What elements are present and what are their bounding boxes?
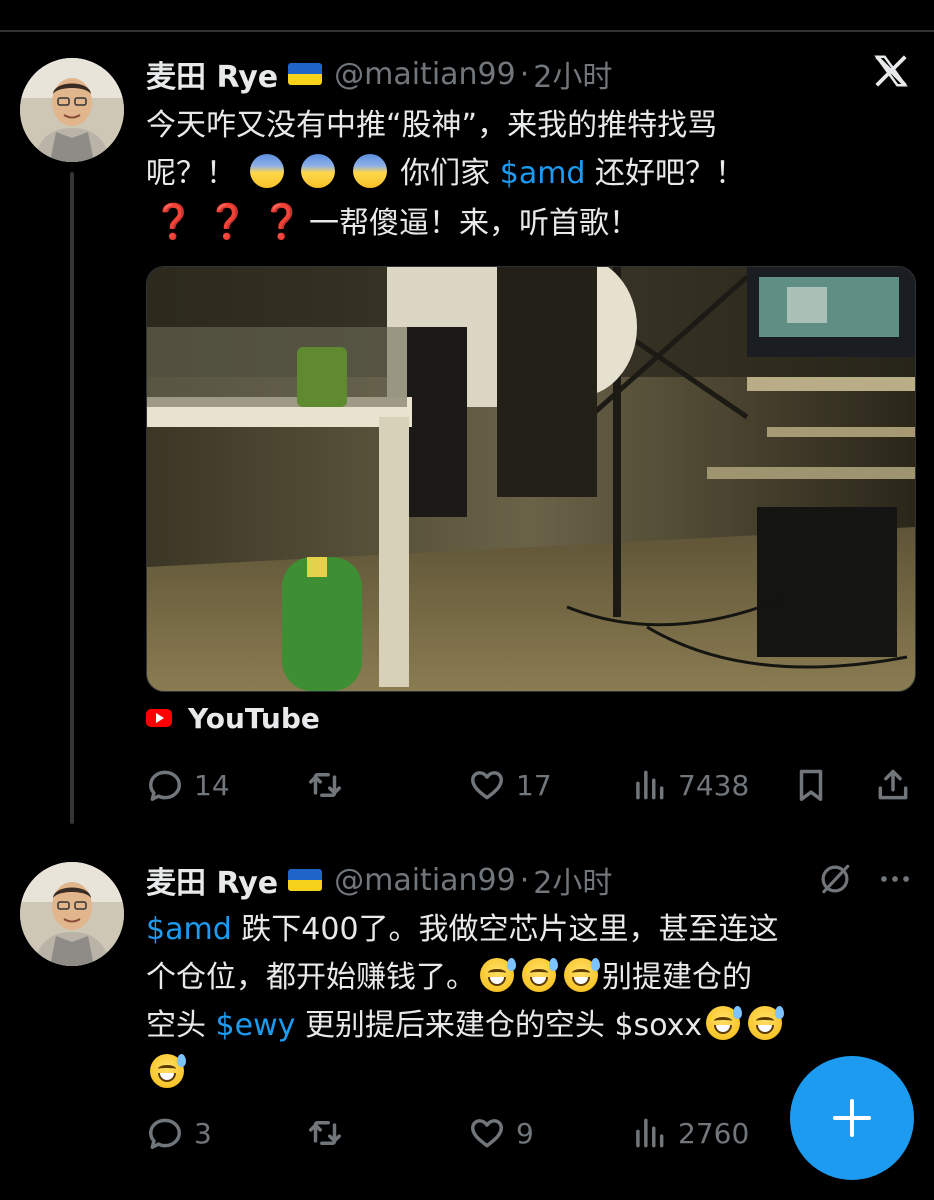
tweet-text: $amd 跌下400了。我做空芯片这里，甚至连这 个仓位，都开始赚钱了。 别提建仓… — [146, 906, 786, 1098]
text-line-1: 今天咋又没有中推“股神”，来我的推特找骂 — [146, 108, 718, 143]
youtube-label: YouTube — [188, 701, 320, 735]
text-line-1: $amd 跌下400了。我做空芯片这里，甚至连这 — [146, 906, 786, 954]
bookmark-icon — [799, 769, 823, 801]
video-thumbnail[interactable] — [146, 266, 916, 692]
sweat-smile-emoji-icon — [150, 1054, 186, 1088]
separator: · — [519, 56, 530, 92]
text-line-3: 空头 $ewy 更别提后来建仓的空头 $soxx — [146, 1002, 786, 1050]
reply-count: 3 — [194, 1116, 212, 1150]
thread-connector — [70, 172, 74, 824]
reply-icon — [149, 1118, 181, 1149]
timestamp[interactable]: 2小时 — [533, 52, 612, 96]
text-fragment: 更别提后来建仓的空头 $soxx — [304, 1008, 703, 1043]
cashtag-link[interactable]: $amd — [146, 912, 232, 947]
reply-button[interactable]: 14 — [146, 760, 230, 810]
tweet-header: 麦田 Rye @maitian99 · 2小时 — [146, 52, 612, 96]
like-button[interactable]: 17 — [468, 760, 552, 810]
share-button[interactable] — [874, 760, 912, 810]
like-count: 9 — [516, 1116, 534, 1150]
share-icon — [878, 769, 908, 800]
timestamp[interactable]: 2小时 — [533, 858, 612, 902]
view-count: 7438 — [678, 768, 750, 802]
tweet-actions: 14 17 7438 — [0, 760, 934, 810]
retweet-button[interactable] — [306, 1108, 344, 1158]
display-name[interactable]: 麦田 Rye — [146, 52, 278, 96]
reply-icon — [149, 770, 181, 801]
fearful-face-emoji-icon — [249, 154, 284, 188]
text-fragment: 你们家 — [400, 156, 491, 191]
red-question-mark-icon: ❓ — [206, 202, 249, 242]
views-icon — [636, 1118, 664, 1148]
avatar[interactable] — [20, 58, 124, 162]
like-count: 17 — [516, 768, 552, 802]
heart-icon — [471, 771, 503, 800]
cashtag-link[interactable]: $amd — [500, 156, 586, 191]
compose-button[interactable] — [790, 1056, 914, 1180]
heart-icon — [471, 1119, 503, 1148]
sweat-smile-emoji-icon — [564, 958, 600, 992]
ukraine-flag-icon — [288, 63, 323, 85]
text-fragment: 空头 — [146, 1008, 206, 1043]
tweet-header: 麦田 Rye @maitian99 · 2小时 — [146, 858, 612, 902]
text-line-3: ❓ ❓ ❓ 一帮傻逼！来，听首歌！ — [146, 198, 745, 246]
tweet-text: 今天咋又没有中推“股神”，来我的推特找骂 呢？！ 你们家 $amd 还好吧？！ … — [146, 102, 745, 246]
reply-button[interactable]: 3 — [146, 1108, 212, 1158]
text-line-2: 个仓位，都开始赚钱了。 别提建仓的 — [146, 954, 786, 1002]
top-divider — [0, 30, 934, 32]
red-question-mark-icon: ❓ — [260, 202, 304, 242]
link-source[interactable]: YouTube — [146, 700, 320, 736]
retweet-icon — [309, 772, 341, 798]
separator: · — [519, 862, 530, 898]
video-frame-image — [147, 267, 915, 691]
views-button[interactable]: 2760 — [630, 1108, 749, 1158]
fearful-face-emoji-icon — [301, 154, 336, 188]
user-handle[interactable]: @maitian99 — [334, 863, 516, 898]
display-name[interactable]: 麦田 Rye — [146, 858, 278, 902]
views-icon — [636, 770, 664, 800]
text-line-4 — [146, 1050, 786, 1098]
text-line-2: 呢？！ 你们家 $amd 还好吧？！ — [146, 150, 745, 198]
text-fragment: 一帮傻逼！来，听首歌！ — [309, 206, 640, 241]
grok-icon[interactable] — [816, 860, 856, 900]
sweat-smile-emoji-icon — [522, 958, 558, 992]
avatar[interactable] — [20, 862, 124, 966]
cashtag-link[interactable]: $ewy — [216, 1008, 296, 1043]
text-fragment: 呢？！ — [146, 156, 236, 191]
bookmark-button[interactable] — [792, 760, 830, 810]
views-button[interactable]: 7438 — [630, 760, 749, 810]
like-button[interactable]: 9 — [468, 1108, 534, 1158]
sweat-smile-emoji-icon — [706, 1006, 743, 1040]
text-fragment: 跌下400了。我做空芯片这里，甚至连这 — [241, 912, 779, 947]
ukraine-flag-icon — [288, 869, 323, 891]
retweet-icon — [309, 1120, 341, 1146]
sweat-smile-emoji-icon — [748, 1006, 785, 1040]
youtube-logo-icon — [146, 709, 172, 727]
text-fragment: 个仓位，都开始赚钱了。 — [146, 960, 476, 995]
text-fragment: 还好吧？！ — [595, 156, 746, 191]
sweat-smile-emoji-icon — [480, 958, 516, 992]
view-count: 2760 — [678, 1116, 750, 1150]
user-handle[interactable]: @maitian99 — [334, 57, 516, 92]
fearful-face-emoji-icon — [352, 154, 387, 188]
x-logo-icon[interactable] — [872, 52, 910, 90]
red-question-mark-icon: ❓ — [152, 202, 195, 242]
more-icon[interactable] — [876, 860, 916, 900]
retweet-button[interactable] — [306, 760, 344, 810]
reply-count: 14 — [194, 768, 230, 802]
text-fragment: 别提建仓的 — [602, 960, 752, 995]
